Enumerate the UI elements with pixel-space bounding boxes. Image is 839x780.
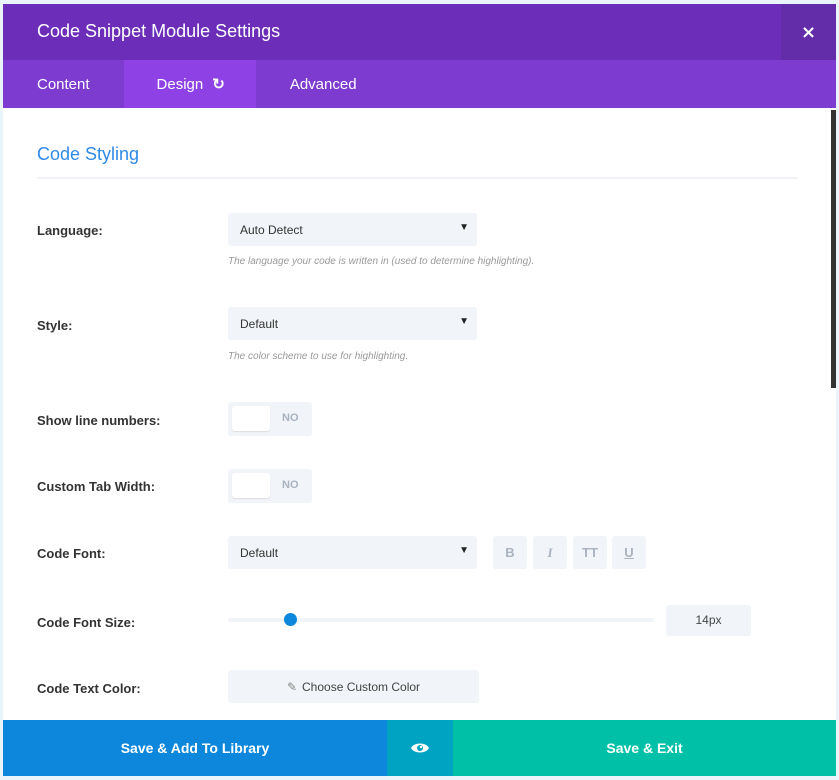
code-font-select[interactable]: Default ▼ <box>228 536 477 569</box>
select-value: Default <box>240 317 279 331</box>
tab-width-toggle[interactable]: NO <box>228 469 312 503</box>
tab-advanced[interactable]: Advanced <box>256 60 391 108</box>
line-numbers-toggle[interactable]: NO <box>228 402 312 436</box>
preview-button[interactable] <box>387 720 453 776</box>
slider-thumb[interactable] <box>283 613 297 626</box>
tab-content[interactable]: Content <box>3 60 124 108</box>
bold-button[interactable]: B <box>493 536 527 569</box>
style-select[interactable]: Default ▼ <box>228 307 477 340</box>
italic-button[interactable]: I <box>533 536 567 569</box>
toggle-knob <box>232 473 270 498</box>
uppercase-button[interactable]: TT <box>573 536 607 569</box>
line-numbers-label: Show line numbers: <box>37 413 161 428</box>
choose-color-button[interactable]: ✎ Choose Custom Color <box>228 670 479 703</box>
scrollbar[interactable] <box>831 110 836 388</box>
text-color-label: Code Text Color: <box>37 681 141 696</box>
code-font-label: Code Font: <box>37 546 106 561</box>
button-label: Choose Custom Color <box>302 679 421 694</box>
tab-design[interactable]: Design ↻ <box>123 60 256 108</box>
reset-icon[interactable]: ↻ <box>212 75 225 93</box>
close-icon: × <box>800 21 817 43</box>
font-size-slider[interactable] <box>228 613 654 626</box>
tab-width-label: Custom Tab Width: <box>37 479 156 494</box>
tab-label: Design <box>156 75 204 93</box>
tab-label: Advanced <box>289 75 357 93</box>
modal-footer: Save & Add To Library Save & Exit <box>3 720 836 776</box>
dropdown-arrow-icon: ▼ <box>459 545 469 556</box>
settings-content: Code Styling Language: Auto Detect ▼ The … <box>3 108 836 720</box>
dropdown-arrow-icon: ▼ <box>459 222 469 233</box>
close-button[interactable]: × <box>781 4 836 60</box>
language-select[interactable]: Auto Detect ▼ <box>228 213 477 246</box>
section-title[interactable]: Code Styling <box>37 144 139 165</box>
tab-label: Content <box>37 75 90 93</box>
underline-button[interactable]: U <box>612 536 646 569</box>
style-label: Style: <box>37 318 73 333</box>
tab-bar: Content Design ↻ Advanced <box>3 60 836 108</box>
modal-title: Code Snippet Module Settings <box>37 21 281 41</box>
eyedropper-icon: ✎ <box>286 679 297 694</box>
font-size-input[interactable]: 14px <box>666 605 751 636</box>
style-hint: The color scheme to use for highlighting… <box>228 351 409 362</box>
save-exit-button[interactable]: Save & Exit <box>453 720 836 776</box>
language-label: Language: <box>37 223 103 238</box>
settings-modal: Code Snippet Module Settings × Content D… <box>3 4 836 776</box>
divider <box>37 177 798 179</box>
toggle-state: NO <box>282 479 299 491</box>
select-value: Auto Detect <box>240 223 303 237</box>
font-size-label: Code Font Size: <box>37 615 136 630</box>
modal-header: Code Snippet Module Settings × <box>3 4 836 60</box>
save-to-library-button[interactable]: Save & Add To Library <box>3 720 387 776</box>
select-value: Default <box>240 546 279 560</box>
toggle-state: NO <box>282 412 299 424</box>
language-hint: The language your code is written in (us… <box>228 256 535 267</box>
dropdown-arrow-icon: ▼ <box>459 316 469 327</box>
toggle-knob <box>232 406 270 431</box>
eye-icon <box>411 743 429 753</box>
